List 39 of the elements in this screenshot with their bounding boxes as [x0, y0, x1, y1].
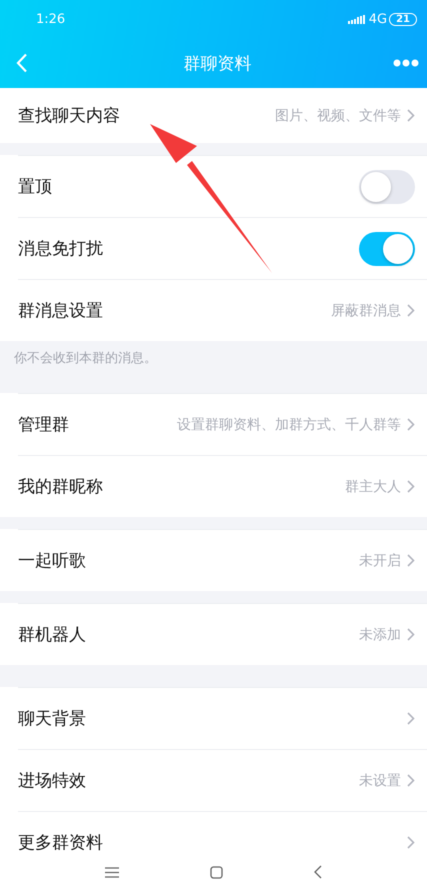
chevron-icon — [407, 418, 415, 431]
menu-icon[interactable] — [105, 866, 120, 878]
row-label: 置顶 — [18, 176, 53, 198]
row-value: 设置群聊资料、加群方式、千人群等 — [177, 416, 401, 434]
more-icon[interactable] — [393, 59, 419, 67]
note-text: 你不会收到本群的消息。 — [13, 350, 158, 368]
row-label: 一起听歌 — [18, 550, 87, 572]
row-label: 进场特效 — [18, 770, 87, 792]
row-label: 管理群 — [18, 414, 70, 436]
row-label: 群消息设置 — [18, 300, 104, 322]
row-value: 未设置 — [359, 772, 401, 790]
toggle-switch[interactable] — [359, 232, 415, 266]
chevron-icon — [407, 554, 415, 567]
chevron-icon — [407, 480, 415, 493]
chevron-icon — [407, 109, 415, 122]
toggle-switch[interactable] — [359, 170, 415, 204]
row-label: 更多群资料 — [18, 832, 104, 854]
row-value: 屏蔽群消息 — [331, 302, 401, 320]
chevron-icon — [407, 304, 415, 317]
row-value: 图片、视频、文件等 — [275, 106, 401, 124]
chevron-icon — [407, 836, 415, 849]
row-value: 未开启 — [359, 552, 401, 570]
row-label: 我的群昵称 — [18, 476, 104, 498]
network-label: 4G — [368, 12, 388, 26]
signal-icon — [348, 14, 365, 24]
chevron-icon — [407, 628, 415, 641]
row-label: 聊天背景 — [18, 708, 87, 730]
row-value: 群主大人 — [345, 478, 401, 496]
back-icon[interactable] — [314, 865, 322, 879]
battery-icon: 21 — [389, 12, 417, 26]
row-label: 群机器人 — [18, 624, 87, 646]
chevron-icon — [407, 712, 415, 725]
row-value: 未添加 — [359, 626, 401, 644]
row-label: 消息免打扰 — [18, 238, 104, 260]
clock: 1:26 — [36, 12, 66, 26]
home-icon[interactable] — [210, 866, 223, 878]
page-title: 群聊资料 — [182, 52, 252, 74]
chevron-icon — [407, 774, 415, 787]
row-label: 查找聊天内容 — [18, 105, 121, 127]
